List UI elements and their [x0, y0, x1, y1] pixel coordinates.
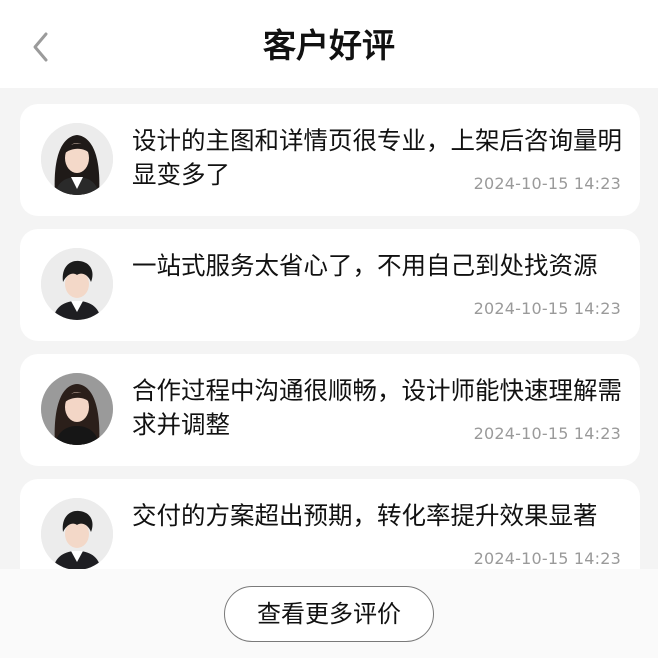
review-time: 2024-10-15 14:23: [473, 299, 621, 318]
review-text: 交付的方案超出预期，转化率提升效果显著: [132, 501, 598, 530]
review-card: 设计的主图和详情页很专业，上架后咨询量明显变多了 2024-10-15 14:2…: [20, 104, 640, 216]
review-card: 合作过程中沟通很顺畅，设计师能快速理解需求并调整 2024-10-15 14:2…: [20, 354, 640, 466]
male-avatar: [41, 498, 113, 570]
female-avatar: [41, 373, 113, 445]
male-avatar: [41, 248, 113, 320]
review-time: 2024-10-15 14:23: [473, 174, 621, 193]
footer-bar: 查看更多评价: [0, 569, 658, 658]
review-time: 2024-10-15 14:23: [473, 549, 621, 568]
header-bar: 客户好评: [0, 0, 658, 88]
female-avatar: [41, 123, 113, 195]
view-more-reviews-button[interactable]: 查看更多评价: [224, 586, 434, 642]
review-text: 一站式服务太省心了，不用自己到处找资源: [132, 251, 598, 280]
review-time: 2024-10-15 14:23: [473, 424, 621, 443]
page-title: 客户好评: [263, 26, 395, 65]
review-card: 一站式服务太省心了，不用自己到处找资源 2024-10-15 14:23: [20, 229, 640, 341]
